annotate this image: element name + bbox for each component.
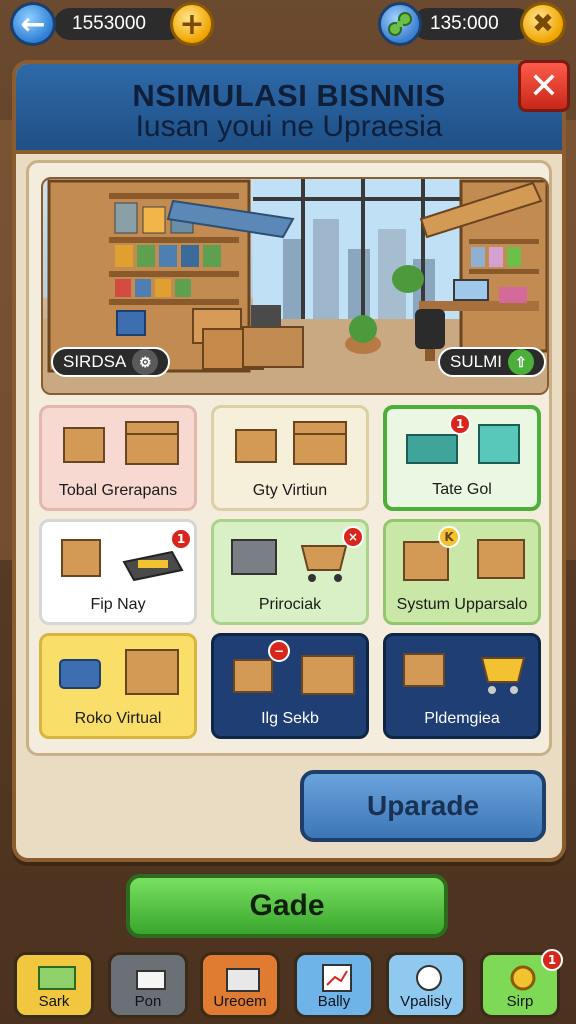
back-button[interactable]: ← [10, 2, 56, 46]
primary-action-button[interactable]: Gade [126, 874, 448, 938]
shopping-cart-icon [403, 653, 526, 694]
close-button[interactable]: ✕ [518, 60, 570, 112]
boxes-icon [403, 539, 525, 581]
notification-badge: 1 [449, 413, 471, 435]
chart-icon [322, 964, 352, 992]
notification-badge: 1 [541, 949, 563, 971]
settings-button[interactable]: ✖ [520, 2, 566, 46]
card-label: Tobal Grerapans [58, 482, 178, 499]
store-scene: SIRDSA ⚙ SULMI ⇧ [41, 177, 549, 395]
card-tobal-grerapans[interactable]: Tobal Grerapans [39, 405, 197, 511]
card-prirociak[interactable]: × Prirociak [211, 519, 369, 625]
plus-icon: + [179, 6, 205, 42]
card-label: Prirociak [258, 596, 322, 613]
boxes-icon [235, 421, 347, 465]
notification-badge: × [342, 526, 364, 548]
gem-counter: 135:000 [412, 8, 532, 40]
card-label: Gty Virtiun [252, 482, 328, 499]
add-coins-button[interactable]: + [170, 2, 214, 46]
notification-badge: − [268, 640, 290, 662]
tape-icon [136, 970, 166, 990]
card-label: Ilg Sekb [261, 710, 319, 727]
notification-badge: 1 [170, 528, 192, 550]
nav-ureoem[interactable]: Ureoem [200, 952, 280, 1018]
arrow-up-icon: ⇧ [507, 349, 534, 375]
card-pldemgiea[interactable]: Pldemgiea [383, 633, 541, 739]
close-icon: ✕ [528, 65, 560, 107]
nav-vpalisly[interactable]: Vpalisly [386, 952, 466, 1018]
nav-bally[interactable]: Bally [294, 952, 374, 1018]
business-simulation-panel: NSIMULASI BISNNIS Iusan youi ne Upraesia… [12, 60, 570, 862]
scene-label-right[interactable]: SULMI ⇧ [438, 347, 546, 377]
card-systum-upparsalo[interactable]: K Systum Upparsalo [383, 519, 541, 625]
gem-icon [378, 2, 422, 46]
card-gty-virtiun[interactable]: Gty Virtiun [211, 405, 369, 511]
nav-pon[interactable]: Pon [108, 952, 188, 1018]
panel-header: NSIMULASI BISNNIS Iusan youi ne Upraesia [16, 64, 562, 154]
card-tate-gol[interactable]: 1 Tate Gol [383, 405, 541, 511]
panel-title: NSIMULASI BISNNIS [132, 78, 446, 113]
card-label: Fip Nay [90, 596, 146, 613]
analytics-icon [416, 965, 442, 991]
gem-amount: 135:000 [430, 13, 499, 34]
gear-icon [510, 965, 536, 991]
coin-counter: 1553000 [54, 8, 184, 40]
card-label: Tate Gol [432, 481, 492, 498]
arrow-left-icon: ← [20, 6, 46, 42]
money-icon [38, 966, 76, 990]
card-label: Pldemgiea [424, 710, 500, 727]
boxes-icon [233, 655, 355, 695]
card-ilg-sekb[interactable]: − Ilg Sekb [211, 633, 369, 739]
gear-icon: ✖ [532, 9, 554, 39]
top-bar: 1553000 ← + 135:000 ✖ [0, 0, 576, 48]
panel-content: SIRDSA ⚙ SULMI ⇧ Tobal Grerapans Gty Vir… [26, 160, 552, 756]
scene-label-left[interactable]: SIRDSA ⚙ [51, 347, 171, 377]
card-fip-nay[interactable]: 1 Fip Nay [39, 519, 197, 625]
upgrade-button[interactable]: Uparade [300, 770, 546, 842]
boxes-icon [63, 421, 179, 465]
card-label: Systum Upparsalo [396, 596, 528, 613]
card-roko-virtual[interactable]: Roko Virtual [39, 633, 197, 739]
notification-badge: K [438, 526, 460, 548]
nav-sirp[interactable]: Sirp 1 [480, 949, 563, 1018]
coin-amount: 1553000 [72, 13, 146, 34]
panel-subtitle: Iusan youi ne Upraesia [135, 110, 443, 143]
card-label: Roko Virtual [74, 710, 162, 727]
register-icon [226, 968, 260, 992]
nav-sark[interactable]: Sark [14, 952, 94, 1018]
tools-icon: ⚙ [132, 349, 159, 375]
printer-icon [59, 649, 179, 695]
